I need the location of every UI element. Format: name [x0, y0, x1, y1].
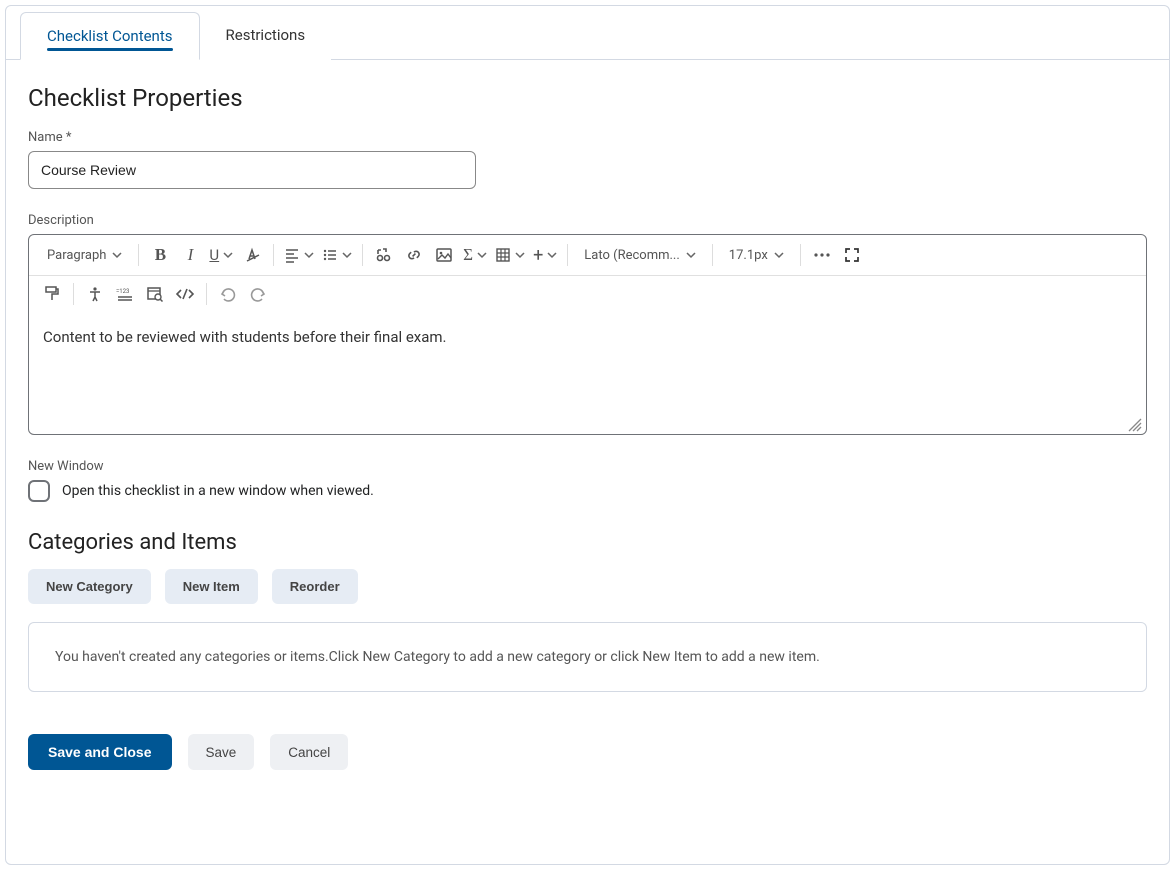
chevron-down-icon	[515, 250, 525, 260]
chevron-down-icon	[342, 250, 352, 260]
paragraph-label: Paragraph	[47, 248, 106, 263]
more-actions-button[interactable]	[807, 239, 837, 271]
code-icon	[175, 287, 195, 301]
image-icon	[435, 247, 453, 263]
new-category-button[interactable]: New Category	[28, 569, 151, 604]
align-icon	[284, 247, 300, 263]
heading-properties: Checklist Properties	[28, 84, 1147, 112]
svg-text:=123: =123	[116, 288, 129, 295]
editor-toolbar-row2: =123	[29, 276, 1146, 316]
resize-grip-icon[interactable]	[1126, 416, 1142, 432]
list-button[interactable]	[318, 239, 356, 271]
list-icon	[322, 247, 338, 263]
underline-button[interactable]: U	[205, 239, 237, 271]
fullscreen-button[interactable]	[837, 239, 867, 271]
table-icon	[495, 247, 511, 263]
new-item-button[interactable]: New Item	[165, 569, 258, 604]
editor-toolbar-row1: Paragraph B I U	[29, 235, 1146, 276]
redo-button[interactable]	[243, 278, 273, 310]
footer-buttons: Save and Close Save Cancel	[28, 734, 1147, 770]
chevron-down-icon	[547, 250, 557, 260]
font-label: Lato (Recomm...	[584, 248, 680, 263]
word-count-button[interactable]: =123	[110, 278, 140, 310]
chevron-down-icon	[477, 250, 487, 260]
insert-stuff-icon	[375, 246, 393, 264]
chevron-down-icon	[774, 250, 784, 260]
format-paint-button[interactable]	[37, 278, 67, 310]
name-input[interactable]	[28, 151, 476, 189]
text-color-button[interactable]	[237, 239, 267, 271]
undo-button[interactable]	[213, 278, 243, 310]
insert-stuff-button[interactable]	[369, 239, 399, 271]
bold-button[interactable]: B	[145, 239, 175, 271]
paragraph-dropdown[interactable]: Paragraph	[37, 244, 132, 267]
ellipsis-icon	[813, 252, 831, 258]
word-count-icon: =123	[116, 287, 134, 301]
save-and-close-button[interactable]: Save and Close	[28, 734, 172, 770]
heading-categories: Categories and Items	[28, 530, 1147, 555]
font-dropdown[interactable]: Lato (Recomm...	[574, 244, 706, 267]
image-button[interactable]	[429, 239, 459, 271]
preview-button[interactable]	[140, 278, 170, 310]
main-panel: Checklist Contents Restrictions Checklis…	[5, 5, 1170, 865]
text-color-icon	[243, 246, 261, 264]
italic-button[interactable]: I	[175, 239, 205, 271]
source-code-button[interactable]	[170, 278, 200, 310]
size-dropdown[interactable]: 17.1px	[719, 244, 794, 267]
empty-state-text: You haven't created any categories or it…	[55, 649, 820, 665]
accessibility-button[interactable]	[80, 278, 110, 310]
size-label: 17.1px	[729, 248, 768, 263]
reorder-button[interactable]: Reorder	[272, 569, 358, 604]
table-button[interactable]	[491, 239, 529, 271]
chevron-down-icon	[304, 250, 314, 260]
insert-more-button[interactable]: +	[529, 239, 561, 271]
name-label: Name *	[28, 130, 1147, 145]
empty-state-panel: You haven't created any categories or it…	[28, 622, 1147, 692]
tab-restrictions[interactable]: Restrictions	[200, 12, 332, 60]
description-textarea[interactable]: Content to be reviewed with students bef…	[29, 316, 1146, 434]
preview-icon	[146, 286, 164, 302]
chevron-down-icon	[686, 250, 696, 260]
format-paint-icon	[43, 285, 61, 303]
tab-bar: Checklist Contents Restrictions	[6, 12, 1169, 60]
tab-checklist-contents[interactable]: Checklist Contents	[20, 12, 200, 60]
chevron-down-icon	[112, 250, 122, 260]
new-window-checkbox[interactable]	[28, 480, 50, 502]
description-editor: Paragraph B I U	[28, 234, 1147, 435]
fullscreen-icon	[844, 247, 860, 263]
accessibility-icon	[87, 286, 103, 302]
description-label: Description	[28, 213, 1147, 228]
align-button[interactable]	[280, 239, 318, 271]
link-button[interactable]	[399, 239, 429, 271]
undo-icon	[220, 286, 236, 302]
link-icon	[405, 246, 423, 264]
save-button[interactable]: Save	[188, 734, 255, 770]
new-window-text: Open this checklist in a new window when…	[62, 483, 374, 499]
redo-icon	[250, 286, 266, 302]
tab-content: Checklist Properties Name * Description …	[6, 60, 1169, 788]
new-window-label: New Window	[28, 459, 1147, 474]
cancel-button[interactable]: Cancel	[270, 734, 348, 770]
equation-button[interactable]: Σ	[459, 239, 491, 271]
chevron-down-icon	[223, 250, 233, 260]
